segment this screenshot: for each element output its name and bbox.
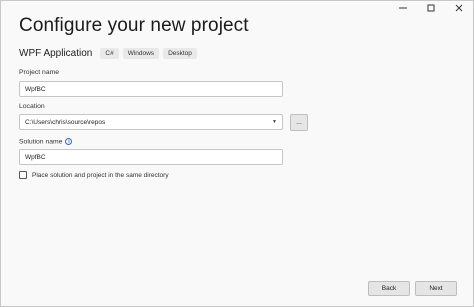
browse-button[interactable]: ... (290, 114, 308, 131)
close-button[interactable] (445, 1, 473, 15)
solution-name-label: Solution name (19, 138, 63, 146)
next-label: Next (429, 285, 443, 292)
tag-platform: Windows (122, 48, 160, 59)
same-directory-label: Place solution and project in the same d… (32, 171, 169, 179)
browse-label: ... (296, 119, 302, 126)
same-directory-checkbox[interactable] (19, 171, 27, 179)
chevron-down-icon: ▼ (272, 119, 277, 125)
project-name-value: WpfBC (25, 85, 46, 93)
location-value: C:\Users\chris\source\repos (25, 118, 106, 126)
project-name-label: Project name (19, 69, 60, 76)
close-icon (455, 4, 463, 12)
tag-project-type: Desktop (163, 48, 197, 59)
info-icon[interactable]: i (65, 138, 73, 145)
location-select[interactable]: C:\Users\chris\source\repos ▼ (19, 114, 283, 130)
tag-language: C# (100, 48, 119, 59)
solution-name-input[interactable]: WpfBC (19, 149, 283, 165)
page-title: Configure your new project (19, 15, 249, 36)
back-label: Back (381, 285, 397, 292)
window-controls (389, 1, 473, 15)
solution-name-value: WpfBC (25, 153, 46, 161)
back-button[interactable]: Back (368, 281, 410, 296)
minimize-icon (399, 7, 407, 9)
template-info: WPF Application C# Windows Desktop (19, 48, 201, 59)
project-name-input[interactable]: WpfBC (19, 81, 283, 97)
maximize-icon (427, 4, 435, 12)
same-directory-option[interactable]: Place solution and project in the same d… (19, 171, 169, 179)
solution-name-label-row: Solution name i (19, 138, 73, 146)
location-label: Location (19, 103, 45, 110)
maximize-button[interactable] (417, 1, 445, 15)
minimize-button[interactable] (389, 1, 417, 15)
template-name: WPF Application (19, 48, 93, 59)
next-button[interactable]: Next (415, 281, 457, 296)
